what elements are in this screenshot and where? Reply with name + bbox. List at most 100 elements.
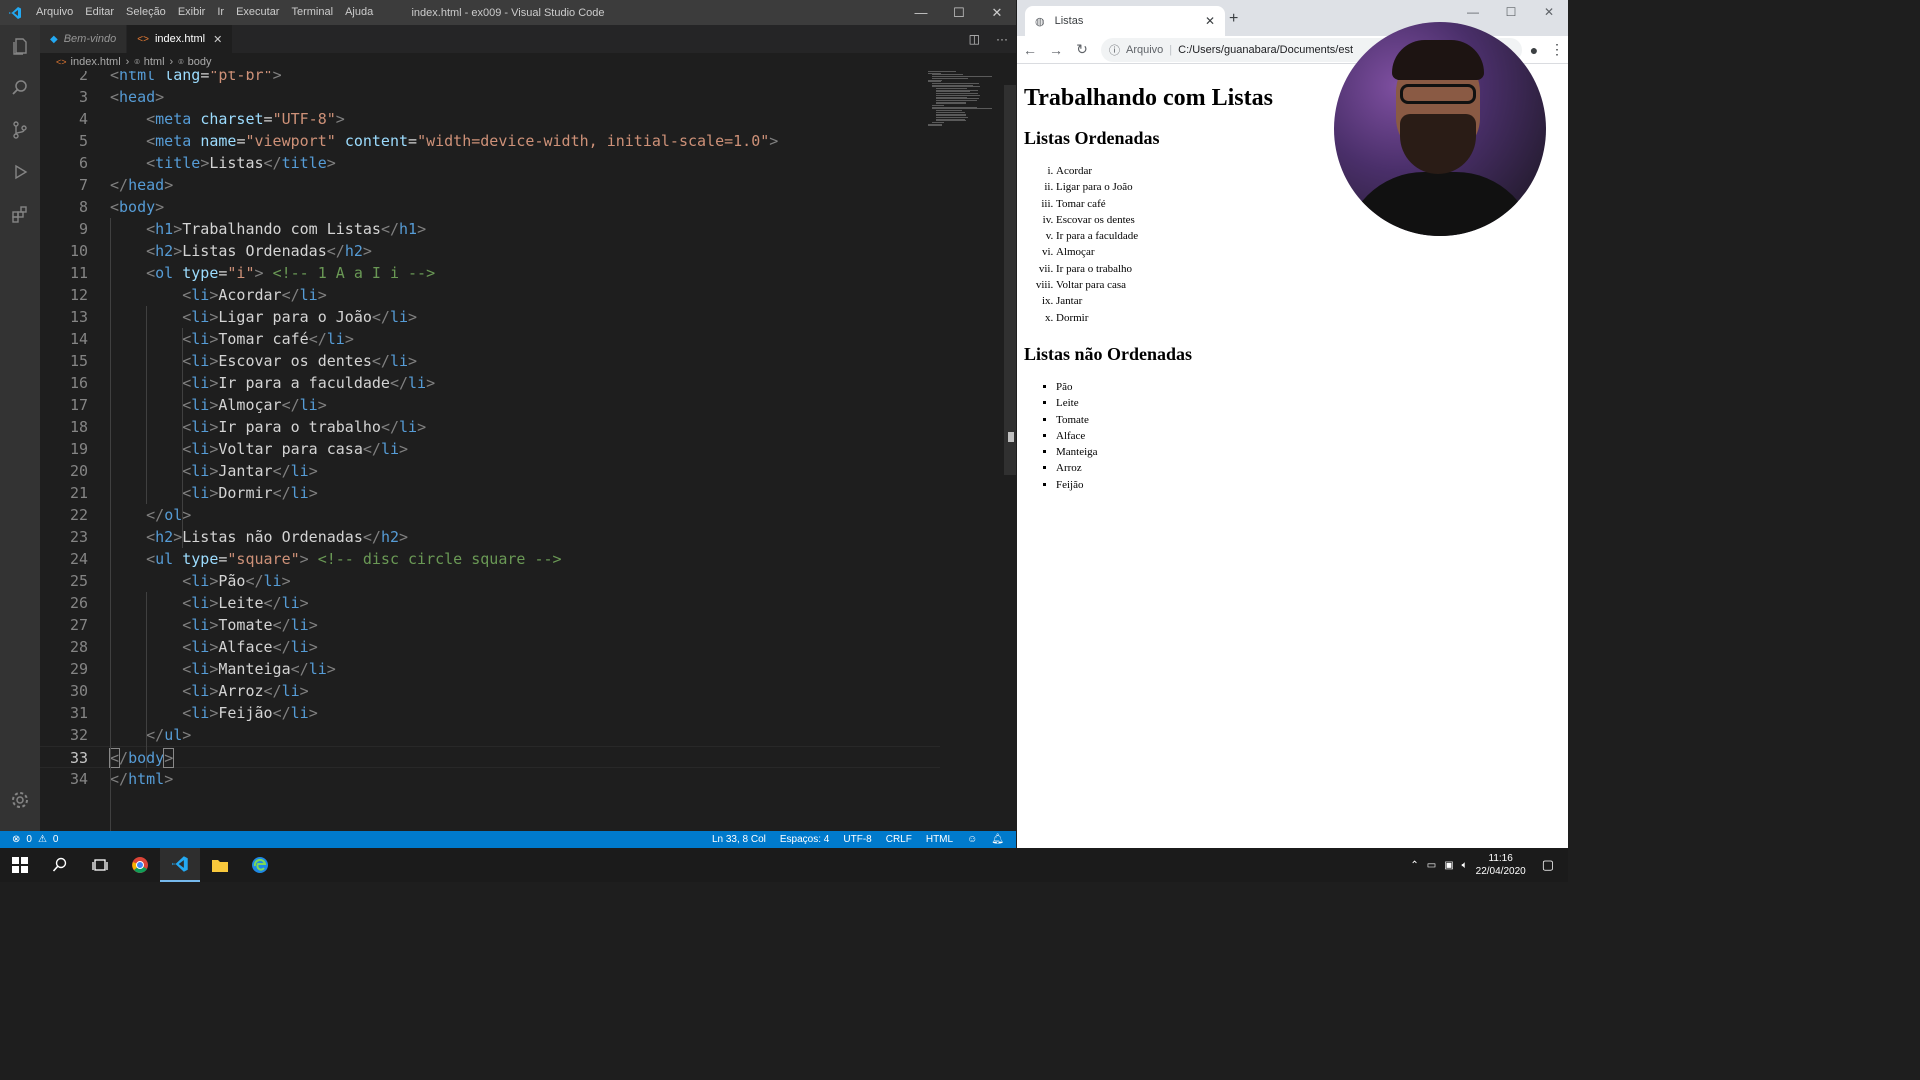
code-line[interactable]: 21 <li>Dormir</li> — [40, 482, 940, 504]
bell-icon[interactable]: 🔔︎ — [991, 834, 1004, 845]
notifications-icon[interactable]: ▢ — [1542, 857, 1554, 873]
code-line[interactable]: 10 <h2>Listas Ordenadas</h2> — [40, 240, 940, 262]
code-text: <h1>Trabalhando com Listas</h1> — [146, 220, 427, 238]
minimize-icon[interactable]: — — [1454, 0, 1492, 24]
code-line[interactable]: 4 <meta charset="UTF-8"> — [40, 108, 940, 130]
back-icon[interactable]: ← — [1017, 42, 1043, 58]
chrome-icon[interactable] — [120, 848, 160, 882]
language-mode[interactable]: HTML — [926, 834, 953, 845]
account-icon[interactable]: ● — [1522, 42, 1546, 58]
code-line[interactable]: 26 <li>Leite</li> — [40, 592, 940, 614]
code-line[interactable]: 34 </html> — [40, 768, 940, 790]
code-line[interactable]: 11 <ol type="i"> <!-- 1 A a I i --> — [40, 262, 940, 284]
extensions-icon[interactable] — [0, 193, 40, 235]
task-view-icon[interactable] — [80, 848, 120, 882]
menu-item[interactable]: Exibir — [172, 0, 212, 25]
explorer-icon[interactable] — [0, 25, 40, 67]
code-line[interactable]: 20 <li>Jantar</li> — [40, 460, 940, 482]
new-tab-icon[interactable]: + — [1229, 10, 1238, 28]
run-debug-icon[interactable] — [0, 151, 40, 193]
code-line[interactable]: 24 <ul type="square"> <!-- disc circle s… — [40, 548, 940, 570]
battery-icon[interactable]: ▭ — [1427, 860, 1436, 871]
minimize-icon[interactable]: — — [902, 0, 940, 25]
search-icon[interactable] — [40, 848, 80, 882]
code-line[interactable]: 9 <h1>Trabalhando com Listas</h1> — [40, 218, 940, 240]
end-of-line[interactable]: CRLF — [886, 834, 912, 845]
menu-item[interactable]: Editar — [79, 0, 120, 25]
code-line[interactable]: 15 <li>Escovar os dentes</li> — [40, 350, 940, 372]
indentation[interactable]: Espaços: 4 — [780, 834, 829, 845]
close-tab-icon[interactable]: ✕ — [1205, 14, 1215, 28]
line-number: 12 — [69, 286, 88, 304]
maximize-icon[interactable]: ☐ — [1492, 0, 1530, 24]
code-line[interactable]: 12 <li>Acordar</li> — [40, 284, 940, 306]
code-line[interactable]: 33 </body> — [40, 746, 940, 768]
close-icon[interactable]: ✕ — [1530, 0, 1568, 24]
code-line[interactable]: 22 </ol> — [40, 504, 940, 526]
code-line[interactable]: 25 <li>Pão</li> — [40, 570, 940, 592]
more-actions-icon[interactable]: ··· — [988, 32, 1016, 46]
source-control-icon[interactable] — [0, 109, 40, 151]
windows-start-icon[interactable] — [0, 848, 40, 882]
menu-item[interactable]: Arquivo — [30, 0, 79, 25]
chevron-up-icon[interactable]: ⌃ — [1410, 860, 1418, 871]
code-line[interactable]: 3 <head> — [40, 86, 940, 108]
tab-index-html[interactable]: <> index.html ✕ — [127, 25, 234, 53]
more-menu-icon[interactable]: ⋮ — [1546, 41, 1568, 58]
menu-item[interactable]: Seleção — [120, 0, 172, 25]
code-line[interactable]: 14 <li>Tomar café</li> — [40, 328, 940, 350]
minimap[interactable] — [928, 71, 1002, 127]
code-line[interactable]: 18 <li>Ir para o trabalho</li> — [40, 416, 940, 438]
encoding[interactable]: UTF-8 — [843, 834, 871, 845]
menu-item[interactable]: Executar — [230, 0, 285, 25]
problems-indicator[interactable]: ⊗ 0 ⚠ 0 — [0, 834, 58, 845]
network-icon[interactable]: ▣ — [1444, 860, 1453, 871]
line-number: 20 — [69, 462, 88, 480]
reload-icon[interactable]: ↻ — [1069, 41, 1095, 58]
scrollbar-cursor-marker — [1008, 432, 1014, 442]
breadcrumb-item[interactable]: index.html — [71, 56, 121, 68]
close-icon[interactable]: ✕ — [978, 0, 1016, 25]
forward-icon[interactable]: → — [1043, 42, 1069, 58]
code-line[interactable]: 30 <li>Arroz</li> — [40, 680, 940, 702]
cursor-position[interactable]: Ln 33, 8 Col — [712, 834, 766, 845]
code-line[interactable]: 17 <li>Almoçar</li> — [40, 394, 940, 416]
code-line[interactable]: 8 <body> — [40, 196, 940, 218]
code-line[interactable]: 6 <title>Listas</title> — [40, 152, 940, 174]
split-editor-icon[interactable]: ◫ — [961, 32, 988, 46]
gear-icon[interactable] — [0, 779, 40, 821]
code-line[interactable]: 16 <li>Ir para a faculdade</li> — [40, 372, 940, 394]
code-line[interactable]: 19 <li>Voltar para casa</li> — [40, 438, 940, 460]
breadcrumb-item[interactable]: html — [144, 56, 165, 68]
menu-item[interactable]: Ir — [211, 0, 230, 25]
code-line[interactable]: 29 <li>Manteiga</li> — [40, 658, 940, 680]
code-editor[interactable]: 2 <html lang="pt-br"> 3 <head> 4 <meta chars… — [40, 71, 1002, 831]
file-explorer-icon[interactable] — [200, 848, 240, 882]
browser-tab[interactable]: ◍ Listas ✕ — [1025, 6, 1225, 36]
code-line[interactable]: 28 <li>Alface</li> — [40, 636, 940, 658]
volume-icon[interactable]: 🔈︎ — [1462, 860, 1468, 871]
code-line[interactable]: 31 <li>Feijão</li> — [40, 702, 940, 724]
clock[interactable]: 11:16 22/04/2020 — [1476, 852, 1526, 878]
code-line[interactable]: 27 <li>Tomate</li> — [40, 614, 940, 636]
menu-item[interactable]: Terminal — [285, 0, 339, 25]
maximize-icon[interactable]: ☐ — [940, 0, 978, 25]
breadcrumb-item[interactable]: body — [188, 56, 212, 68]
search-icon[interactable] — [0, 67, 40, 109]
code-line[interactable]: 5 <meta name="viewport" content="width=d… — [40, 130, 940, 152]
menu-item[interactable]: Ajuda — [339, 0, 379, 25]
code-line[interactable]: 2 <html lang="pt-br"> — [40, 71, 940, 86]
close-tab-icon[interactable]: ✕ — [213, 33, 222, 46]
editor-scrollbar[interactable] — [1004, 85, 1016, 475]
list-item: Ir para o trabalho — [1056, 261, 1561, 277]
breadcrumb: <> index.html › ⌾ html › ⌾ body — [40, 53, 1016, 71]
info-icon[interactable]: ⓘ — [1109, 42, 1120, 58]
code-line[interactable]: 7 </head> — [40, 174, 940, 196]
code-line[interactable]: 23 <h2>Listas não Ordenadas</h2> — [40, 526, 940, 548]
tab-welcome[interactable]: ◆ Bem-vindo — [40, 25, 128, 53]
feedback-icon[interactable]: ☺ — [967, 834, 977, 845]
vscode-taskbar-icon[interactable] — [160, 848, 200, 882]
edge-icon[interactable] — [240, 848, 280, 882]
code-line[interactable]: 32 </ul> — [40, 724, 940, 746]
code-line[interactable]: 13 <li>Ligar para o João</li> — [40, 306, 940, 328]
